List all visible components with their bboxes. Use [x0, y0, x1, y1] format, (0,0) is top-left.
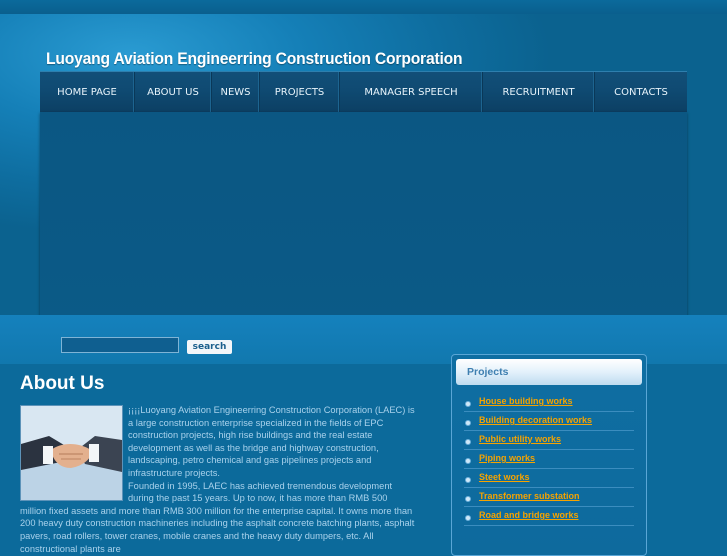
project-link-building-decoration[interactable]: Building decoration works — [479, 415, 592, 425]
nav-contacts[interactable]: CONTACTS — [595, 72, 687, 113]
bullet-icon — [465, 401, 471, 407]
project-link-steet[interactable]: Steet works — [479, 472, 530, 482]
projects-panel-header: Projects — [456, 359, 642, 385]
nav-label: ABOUT US — [147, 87, 199, 98]
top-bar — [0, 0, 727, 15]
nav-label: NEWS — [220, 87, 251, 98]
list-item: Steet works — [464, 469, 634, 488]
list-item: Piping works — [464, 450, 634, 469]
search-input[interactable] — [61, 337, 179, 353]
project-link-road-and-bridge[interactable]: Road and bridge works — [479, 510, 579, 520]
nav-projects[interactable]: PROJECTS — [260, 72, 340, 113]
projects-panel: Projects House building works Building d… — [451, 354, 647, 556]
projects-title: Projects — [467, 366, 509, 378]
about-us-heading: About Us — [20, 373, 105, 394]
bullet-icon — [465, 420, 471, 426]
bullet-icon — [465, 458, 471, 464]
nav-label: PROJECTS — [274, 87, 325, 98]
main-navigation: HOME PAGE ABOUT US NEWS PROJECTS MANAGER… — [40, 71, 687, 114]
projects-list: House building works Building decoration… — [464, 393, 634, 526]
search-button[interactable]: search — [187, 340, 232, 354]
list-item: Transformer substation — [464, 488, 634, 507]
site-title: Luoyang Aviation Engineerring Constructi… — [46, 49, 463, 68]
bullet-icon — [465, 477, 471, 483]
list-item: Building decoration works — [464, 412, 634, 431]
list-item: House building works — [464, 393, 634, 412]
project-link-public-utility[interactable]: Public utility works — [479, 434, 561, 444]
list-item: Public utility works — [464, 431, 634, 450]
bullet-icon — [465, 515, 471, 521]
nav-recruitment[interactable]: RECRUITMENT — [483, 72, 595, 113]
nav-home-page[interactable]: HOME PAGE — [40, 72, 135, 113]
list-item: Road and bridge works — [464, 507, 634, 526]
nav-news[interactable]: NEWS — [212, 72, 260, 113]
nav-label: MANAGER SPEECH — [364, 87, 458, 98]
project-link-transformer-substation[interactable]: Transformer substation — [479, 491, 580, 501]
nav-label: RECRUITMENT — [502, 87, 575, 98]
bullet-icon — [465, 439, 471, 445]
nav-manager-speech[interactable]: MANAGER SPEECH — [340, 72, 483, 113]
banner-area — [40, 112, 687, 324]
nav-about-us[interactable]: ABOUT US — [135, 72, 212, 113]
project-link-piping[interactable]: Piping works — [479, 453, 535, 463]
bullet-icon — [465, 496, 471, 502]
project-link-house-building[interactable]: House building works — [479, 396, 573, 406]
nav-label: CONTACTS — [614, 87, 668, 98]
about-us-text: ¡¡¡¡Luoyang Aviation Engineerring Constr… — [20, 404, 415, 555]
nav-label: HOME PAGE — [57, 87, 117, 98]
